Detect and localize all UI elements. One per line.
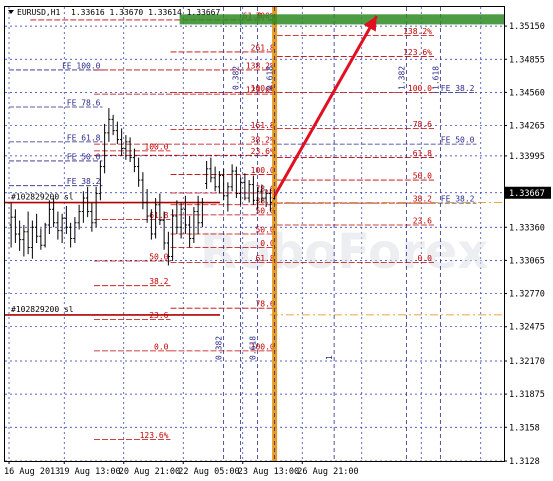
price-tick-label: 1.3158 [509, 423, 540, 433]
fib-level-label: 50.0 [149, 252, 168, 261]
price-tick-label: 1.33360 [509, 223, 545, 233]
fib-level-label: 123.6% [403, 48, 432, 57]
watermark-text: RoboForex [200, 224, 488, 280]
fib-level-label: FE 50.0 [67, 152, 101, 161]
fib-level-label: 23.6 [413, 217, 432, 226]
fib-level-label: FE 61.8 [67, 133, 101, 142]
fib-level-label: FE 38.2 [441, 84, 475, 93]
fib-level-label: 78.6 [255, 300, 274, 309]
fib-level-label: 23.6% [251, 147, 275, 156]
price-tick-label: 1.33995 [509, 152, 545, 162]
price-tick-label: 1.32170 [509, 357, 545, 367]
fib-level-label: 0.0 [418, 254, 433, 263]
price-tick-label: 1.34560 [509, 88, 545, 98]
current-price-text: 1.33667 [509, 189, 545, 199]
fib-level-label: 50.0 [255, 226, 274, 235]
watermark-layer: RoboForex [200, 224, 488, 280]
fib-level-label: 78.6 [255, 184, 274, 193]
fib-level-label: 161.8 [251, 121, 275, 130]
time-fib-label: 0.618 [249, 336, 258, 360]
price-tick-label: 1.31875 [509, 390, 545, 400]
time-tick-label: 19 Aug 13:00 [59, 467, 120, 477]
fib-level-label: 0.0 [154, 342, 169, 351]
fib-level-label: FE 50.0 [441, 136, 475, 145]
fib-level-label: 38.2% [251, 136, 275, 145]
time-fib-label: 1 [325, 355, 334, 360]
chart-header: EURUSD,H1 1.33616 1.33670 1.33614 1.3366… [8, 8, 220, 17]
fib-level-label: 138.2% [403, 27, 432, 36]
time-tick-label: 22 Aug 05:00 [178, 467, 239, 477]
fib-level-label: 61.8 [255, 254, 274, 263]
fib-level-label: 123.6% [140, 431, 169, 440]
time-fib-label: 1.382 [397, 66, 406, 90]
fib-level-label: FE 78.6 [67, 99, 101, 108]
fib-level-label: 61.8 [149, 211, 168, 220]
fib-level-label: 61.8 [413, 149, 432, 158]
fib-level-label: FE 100.0 [62, 61, 101, 70]
time-fib-label: 1.618 [431, 66, 440, 90]
fib-level-label: 50.0 [413, 172, 432, 181]
current-price-marker: 1.33667 [505, 186, 551, 199]
time-tick-label: 20 Aug 21:00 [119, 467, 180, 477]
price-tick-label: 1.33065 [509, 256, 545, 266]
price-tick-label: 1.32475 [509, 323, 545, 333]
fib-level-label: 100.0 [144, 142, 168, 151]
time-fib-label: 0.382 [232, 66, 241, 90]
price-tick-label: 1.34265 [509, 122, 545, 132]
resistance-band [179, 14, 504, 25]
order-line-label: #102829200 sl [11, 193, 74, 202]
fib-level-label: 100.0 [408, 84, 432, 93]
time-tick-label: 16 Aug 2013 [4, 467, 60, 477]
fib-level-label: 261.8 [251, 43, 275, 52]
chart-canvas: RoboForex 61.8300%138.2%261.8123.6%FE 10… [0, 0, 553, 481]
fib-level-label: 78.6 [413, 120, 432, 129]
price-tick-label: 1.35150 [509, 22, 545, 32]
ohlc-label: 1.33616 1.33670 1.33614 1.33667 [71, 8, 220, 17]
fib-level-label: FE 38.2 [67, 177, 101, 186]
fib-level-label: 50.0 [255, 206, 274, 215]
price-tick-label: 1.32770 [509, 290, 545, 300]
resistance-band-rect [179, 14, 504, 25]
chart-root: RoboForex 61.8300%138.2%261.8123.6%FE 10… [0, 0, 553, 481]
symbol-label: EURUSD,H1 [17, 8, 61, 17]
time-fib-label: 0.618 [266, 66, 275, 90]
price-tick-label: 1.3128 [509, 457, 540, 467]
price-tick-label: 1.34855 [509, 55, 545, 65]
order-line-label: #102829200 sl [11, 305, 74, 314]
fib-level-label: 100.0 [251, 166, 275, 175]
time-fib-label: 0.382 [215, 336, 224, 360]
time-tick-label: 26 Aug 21:00 [297, 467, 358, 477]
time-tick-label: 23 Aug 13:00 [238, 467, 299, 477]
fib-level-label: 38.2 [149, 277, 168, 286]
